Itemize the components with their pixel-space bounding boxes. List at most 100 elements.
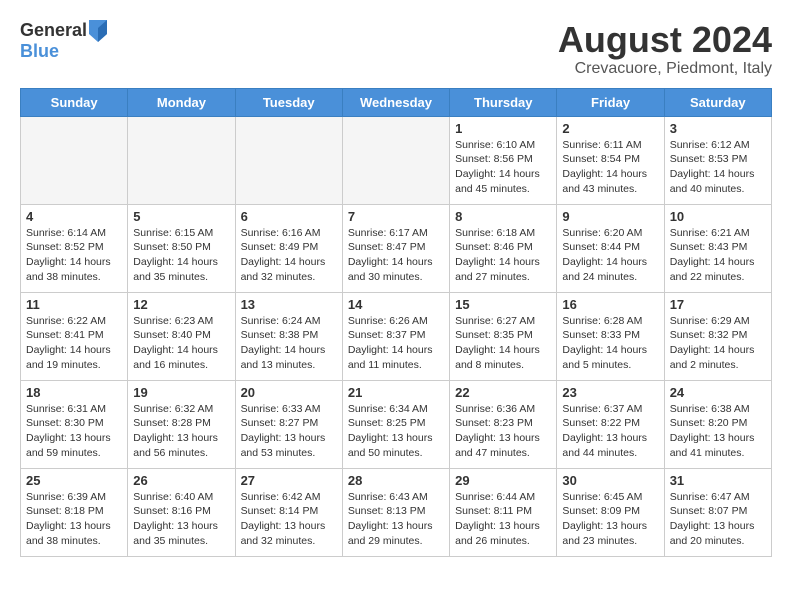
day-number: 12 — [133, 297, 229, 312]
day-number: 31 — [670, 473, 766, 488]
calendar-week-row: 4 Sunrise: 6:14 AM Sunset: 8:52 PM Daylig… — [21, 204, 772, 292]
day-number: 26 — [133, 473, 229, 488]
day-header-sunday: Sunday — [21, 88, 128, 116]
calendar-cell: 23 Sunrise: 6:37 AM Sunset: 8:22 PM Dayli… — [557, 380, 664, 468]
day-header-monday: Monday — [128, 88, 235, 116]
calendar-cell — [342, 116, 449, 204]
calendar-week-row: 11Sunrise: 6:22 AM Sunset: 8:41 PM Dayli… — [21, 292, 772, 380]
day-header-wednesday: Wednesday — [342, 88, 449, 116]
day-info: Sunrise: 6:34 AM Sunset: 8:25 PM Dayligh… — [348, 402, 444, 461]
calendar-cell: 28 Sunrise: 6:43 AM Sunset: 8:13 PM Dayli… — [342, 468, 449, 556]
day-number: 25 — [26, 473, 122, 488]
day-info: Sunrise: 6:33 AM Sunset: 8:27 PM Dayligh… — [241, 402, 337, 461]
calendar-cell — [235, 116, 342, 204]
calendar-cell: 17Sunrise: 6:29 AM Sunset: 8:32 PM Dayli… — [664, 292, 771, 380]
day-info: Sunrise: 6:43 AM Sunset: 8:13 PM Dayligh… — [348, 490, 444, 549]
calendar-cell: 20 Sunrise: 6:33 AM Sunset: 8:27 PM Dayli… — [235, 380, 342, 468]
calendar-cell: 27 Sunrise: 6:42 AM Sunset: 8:14 PM Dayli… — [235, 468, 342, 556]
calendar-cell: 21 Sunrise: 6:34 AM Sunset: 8:25 PM Dayli… — [342, 380, 449, 468]
day-number: 28 — [348, 473, 444, 488]
page-header: General Blue August 2024 Crevacuore, Pie… — [20, 20, 772, 78]
calendar-cell: 26 Sunrise: 6:40 AM Sunset: 8:16 PM Dayli… — [128, 468, 235, 556]
calendar-cell: 24Sunrise: 6:38 AM Sunset: 8:20 PM Dayli… — [664, 380, 771, 468]
calendar-cell: 5 Sunrise: 6:15 AM Sunset: 8:50 PM Daylig… — [128, 204, 235, 292]
calendar-cell: 30 Sunrise: 6:45 AM Sunset: 8:09 PM Dayli… — [557, 468, 664, 556]
calendar-week-row: 25 Sunrise: 6:39 AM Sunset: 8:18 PM Dayli… — [21, 468, 772, 556]
day-info: Sunrise: 6:37 AM Sunset: 8:22 PM Dayligh… — [562, 402, 658, 461]
day-number: 7 — [348, 209, 444, 224]
day-info: Sunrise: 6:39 AM Sunset: 8:18 PM Dayligh… — [26, 490, 122, 549]
logo-icon — [89, 20, 107, 42]
day-number: 6 — [241, 209, 337, 224]
day-number: 10 — [670, 209, 766, 224]
day-info: Sunrise: 6:12 AM Sunset: 8:53 PM Dayligh… — [670, 138, 766, 197]
day-info: Sunrise: 6:26 AM Sunset: 8:37 PM Dayligh… — [348, 314, 444, 373]
day-number: 2 — [562, 121, 658, 136]
day-number: 14 — [348, 297, 444, 312]
day-info: Sunrise: 6:17 AM Sunset: 8:47 PM Dayligh… — [348, 226, 444, 285]
location-subtitle: Crevacuore, Piedmont, Italy — [558, 60, 772, 78]
calendar-cell: 13Sunrise: 6:24 AM Sunset: 8:38 PM Dayli… — [235, 292, 342, 380]
day-number: 20 — [241, 385, 337, 400]
day-info: Sunrise: 6:18 AM Sunset: 8:46 PM Dayligh… — [455, 226, 551, 285]
logo-blue-text: Blue — [20, 42, 107, 62]
calendar-cell — [128, 116, 235, 204]
day-info: Sunrise: 6:22 AM Sunset: 8:41 PM Dayligh… — [26, 314, 122, 373]
day-info: Sunrise: 6:16 AM Sunset: 8:49 PM Dayligh… — [241, 226, 337, 285]
day-number: 5 — [133, 209, 229, 224]
calendar-cell: 7 Sunrise: 6:17 AM Sunset: 8:47 PM Daylig… — [342, 204, 449, 292]
calendar-cell: 16 Sunrise: 6:28 AM Sunset: 8:33 PM Dayli… — [557, 292, 664, 380]
calendar-cell: 2Sunrise: 6:11 AM Sunset: 8:54 PM Daylig… — [557, 116, 664, 204]
calendar-cell: 18 Sunrise: 6:31 AM Sunset: 8:30 PM Dayli… — [21, 380, 128, 468]
day-info: Sunrise: 6:40 AM Sunset: 8:16 PM Dayligh… — [133, 490, 229, 549]
title-block: August 2024 Crevacuore, Piedmont, Italy — [558, 20, 772, 78]
day-number: 9 — [562, 209, 658, 224]
day-info: Sunrise: 6:20 AM Sunset: 8:44 PM Dayligh… — [562, 226, 658, 285]
calendar-cell: 31 Sunrise: 6:47 AM Sunset: 8:07 PM Dayli… — [664, 468, 771, 556]
day-info: Sunrise: 6:31 AM Sunset: 8:30 PM Dayligh… — [26, 402, 122, 461]
day-info: Sunrise: 6:27 AM Sunset: 8:35 PM Dayligh… — [455, 314, 551, 373]
day-info: Sunrise: 6:23 AM Sunset: 8:40 PM Dayligh… — [133, 314, 229, 373]
day-number: 15 — [455, 297, 551, 312]
day-number: 3 — [670, 121, 766, 136]
calendar-table: SundayMondayTuesdayWednesdayThursdayFrid… — [20, 88, 772, 557]
day-number: 13 — [241, 297, 337, 312]
day-number: 18 — [26, 385, 122, 400]
day-info: Sunrise: 6:28 AM Sunset: 8:33 PM Dayligh… — [562, 314, 658, 373]
day-info: Sunrise: 6:15 AM Sunset: 8:50 PM Dayligh… — [133, 226, 229, 285]
calendar-cell: 12 Sunrise: 6:23 AM Sunset: 8:40 PM Dayli… — [128, 292, 235, 380]
calendar-cell: 9 Sunrise: 6:20 AM Sunset: 8:44 PM Daylig… — [557, 204, 664, 292]
day-number: 22 — [455, 385, 551, 400]
day-number: 1 — [455, 121, 551, 136]
day-info: Sunrise: 6:47 AM Sunset: 8:07 PM Dayligh… — [670, 490, 766, 549]
day-info: Sunrise: 6:42 AM Sunset: 8:14 PM Dayligh… — [241, 490, 337, 549]
day-number: 4 — [26, 209, 122, 224]
day-info: Sunrise: 6:44 AM Sunset: 8:11 PM Dayligh… — [455, 490, 551, 549]
calendar-cell: 10 Sunrise: 6:21 AM Sunset: 8:43 PM Dayli… — [664, 204, 771, 292]
day-info: Sunrise: 6:29 AM Sunset: 8:32 PM Dayligh… — [670, 314, 766, 373]
day-number: 27 — [241, 473, 337, 488]
logo-general-text: General — [20, 21, 87, 41]
day-header-friday: Friday — [557, 88, 664, 116]
calendar-cell: 14 Sunrise: 6:26 AM Sunset: 8:37 PM Dayli… — [342, 292, 449, 380]
calendar-cell: 6 Sunrise: 6:16 AM Sunset: 8:49 PM Daylig… — [235, 204, 342, 292]
day-info: Sunrise: 6:21 AM Sunset: 8:43 PM Dayligh… — [670, 226, 766, 285]
day-header-saturday: Saturday — [664, 88, 771, 116]
day-number: 29 — [455, 473, 551, 488]
day-number: 30 — [562, 473, 658, 488]
calendar-cell: 8 Sunrise: 6:18 AM Sunset: 8:46 PM Daylig… — [450, 204, 557, 292]
logo: General Blue — [20, 20, 107, 62]
calendar-cell: 1 Sunrise: 6:10 AM Sunset: 8:56 PM Daylig… — [450, 116, 557, 204]
day-number: 8 — [455, 209, 551, 224]
day-info: Sunrise: 6:10 AM Sunset: 8:56 PM Dayligh… — [455, 138, 551, 197]
day-info: Sunrise: 6:38 AM Sunset: 8:20 PM Dayligh… — [670, 402, 766, 461]
day-number: 23 — [562, 385, 658, 400]
day-header-thursday: Thursday — [450, 88, 557, 116]
day-number: 21 — [348, 385, 444, 400]
calendar-week-row: 1 Sunrise: 6:10 AM Sunset: 8:56 PM Daylig… — [21, 116, 772, 204]
day-info: Sunrise: 6:14 AM Sunset: 8:52 PM Dayligh… — [26, 226, 122, 285]
day-number: 16 — [562, 297, 658, 312]
day-info: Sunrise: 6:45 AM Sunset: 8:09 PM Dayligh… — [562, 490, 658, 549]
day-info: Sunrise: 6:32 AM Sunset: 8:28 PM Dayligh… — [133, 402, 229, 461]
calendar-cell: 22Sunrise: 6:36 AM Sunset: 8:23 PM Dayli… — [450, 380, 557, 468]
